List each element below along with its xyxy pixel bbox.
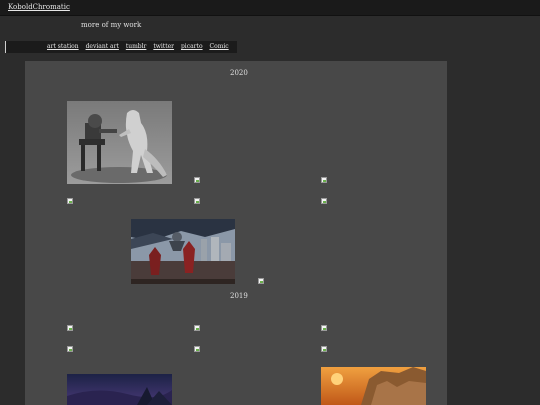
artwork-battle-scene-image — [131, 219, 235, 284]
nav-link-art-station[interactable]: art station — [47, 43, 79, 50]
broken-image-icon[interactable] — [321, 346, 327, 352]
broken-image-icon[interactable] — [67, 198, 73, 204]
nav-link-deviant-art[interactable]: deviant art — [86, 43, 119, 50]
artwork-thumbnail[interactable] — [131, 219, 235, 284]
year-heading-2020: 2020 — [230, 69, 248, 77]
artwork-desert-rock-image — [321, 367, 426, 405]
artwork-night-sky-image — [67, 374, 172, 405]
broken-image-icon[interactable] — [194, 198, 200, 204]
nav-link-picarto[interactable]: picarto — [181, 43, 203, 50]
broken-image-icon[interactable] — [194, 177, 200, 183]
nav-bar: art station deviant art tumblr twitter p… — [5, 41, 237, 53]
nav-links: art station deviant art tumblr twitter p… — [47, 43, 234, 50]
artwork-thumbnail[interactable] — [67, 374, 172, 405]
tagline: more of my work — [81, 21, 142, 29]
top-bar: KoboldChromatic — [0, 0, 540, 16]
artwork-thumbnail[interactable] — [67, 101, 172, 184]
artwork-robot-and-lizard-image — [67, 101, 172, 184]
broken-image-icon[interactable] — [258, 278, 264, 284]
year-heading-2019: 2019 — [230, 292, 248, 300]
broken-image-icon[interactable] — [321, 325, 327, 331]
artwork-thumbnail[interactable] — [321, 367, 426, 405]
nav-link-tumblr[interactable]: tumblr — [126, 43, 147, 50]
broken-image-icon[interactable] — [194, 325, 200, 331]
nav-link-twitter[interactable]: twitter — [153, 43, 174, 50]
broken-image-icon[interactable] — [321, 177, 327, 183]
broken-image-icon[interactable] — [67, 346, 73, 352]
nav-link-comic[interactable]: Comic — [209, 43, 228, 50]
broken-image-icon[interactable] — [321, 198, 327, 204]
site-title-link[interactable]: KoboldChromatic — [8, 3, 70, 11]
broken-image-icon[interactable] — [67, 325, 73, 331]
gallery-panel: 2020 2019 — [25, 61, 447, 405]
broken-image-icon[interactable] — [194, 346, 200, 352]
